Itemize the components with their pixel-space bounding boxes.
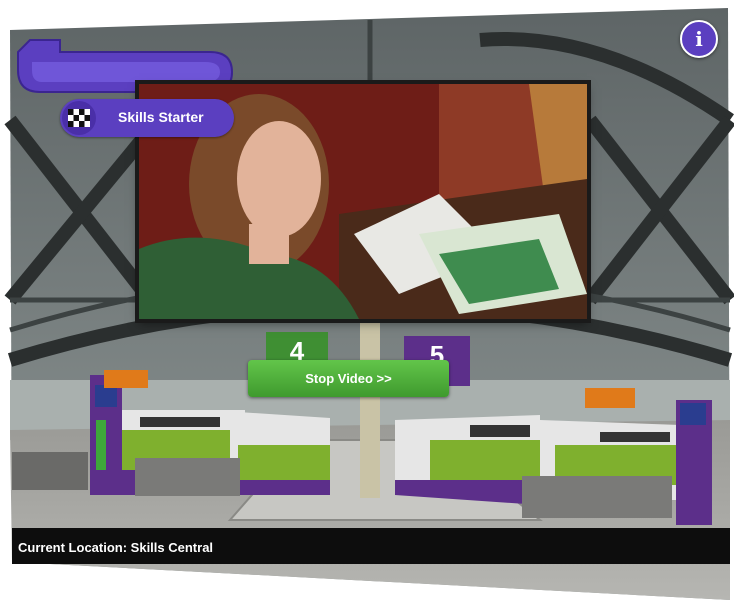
badge-label: Skills Starter [118,109,204,125]
skills-starter-badge[interactable]: Skills Starter [60,99,234,137]
game-viewport: 4 5 Skills Starter i Stop Video >> Curre… [0,0,734,601]
checkered-flag-icon [62,101,96,135]
current-location-text: Current Location: Skills Central [18,540,214,555]
stop-video-button[interactable]: Stop Video >> [248,360,449,397]
info-icon[interactable]: i [680,20,718,58]
location-bar: Current Location: Skills Central [12,528,730,564]
